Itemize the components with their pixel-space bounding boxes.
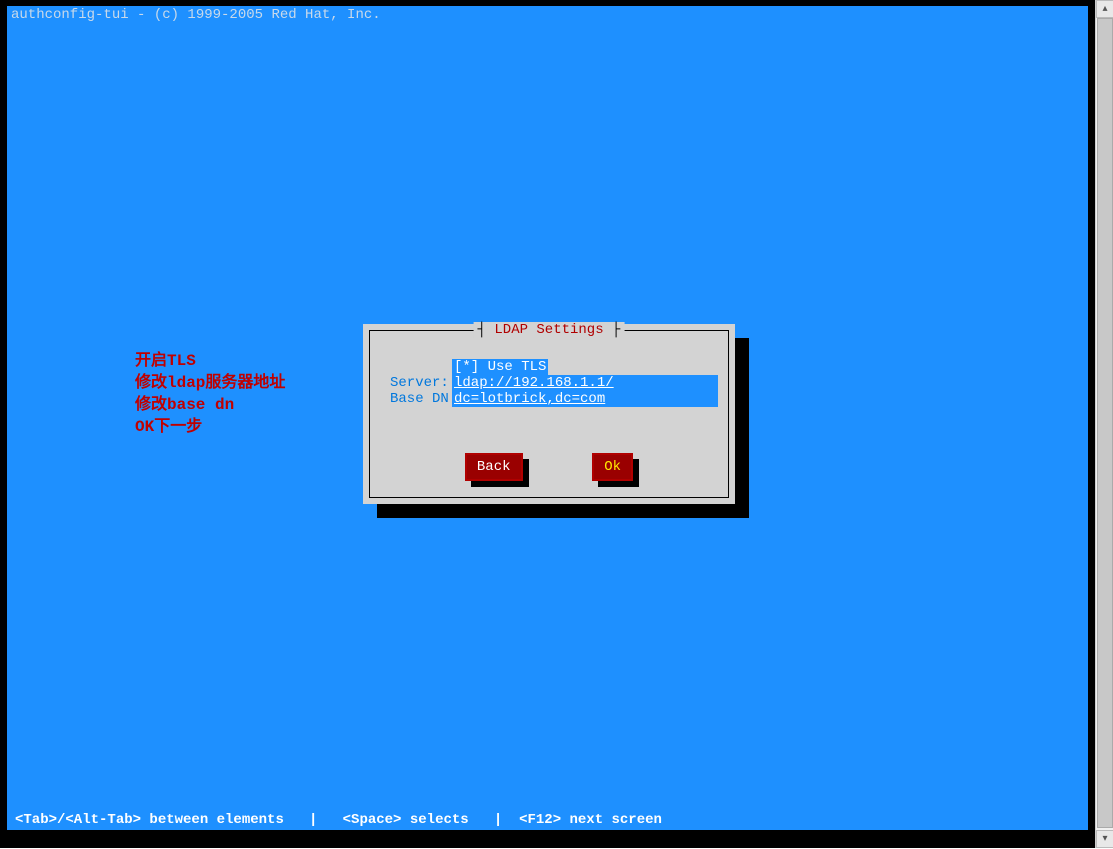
dialog-fields: [*] Use TLS Server: ldap://192.168.1.1/ …	[390, 359, 718, 407]
basedn-row: Base DN: dc=lotbrick,dc=com	[390, 391, 718, 407]
empty-label	[390, 359, 452, 375]
footer-hint: <Tab>/<Alt-Tab> between elements | <Spac…	[7, 810, 1088, 830]
scroll-up-icon[interactable]: ▴	[1096, 0, 1113, 18]
server-input[interactable]: ldap://192.168.1.1/	[452, 375, 718, 391]
scroll-down-icon[interactable]: ▾	[1096, 830, 1113, 848]
back-button[interactable]: Back	[465, 453, 523, 481]
back-button-wrap: Back	[465, 453, 523, 481]
annotation-line-1: 开启TLS	[135, 350, 285, 372]
overlay-annotations: 开启TLS 修改ldap服务器地址 修改base dn OK下一步	[135, 350, 285, 438]
server-row: Server: ldap://192.168.1.1/	[390, 375, 718, 391]
basedn-input[interactable]: dc=lotbrick,dc=com	[452, 391, 718, 407]
basedn-label: Base DN:	[390, 391, 452, 407]
annotation-line-4: OK下一步	[135, 416, 285, 438]
dialog-title: LDAP Settings	[474, 322, 625, 338]
dialog-buttons: Back Ok	[370, 453, 728, 481]
scroll-thumb[interactable]	[1097, 18, 1113, 828]
annotation-line-2: 修改ldap服务器地址	[135, 372, 285, 394]
terminal-outer: authconfig-tui - (c) 1999-2005 Red Hat, …	[0, 0, 1095, 848]
terminal-screen: authconfig-tui - (c) 1999-2005 Red Hat, …	[7, 6, 1088, 830]
ok-button[interactable]: Ok	[592, 453, 633, 481]
ldap-settings-dialog: LDAP Settings [*] Use TLS Server: ldap:/…	[363, 324, 735, 504]
server-label: Server:	[390, 375, 452, 391]
dialog-frame: LDAP Settings [*] Use TLS Server: ldap:/…	[369, 330, 729, 498]
annotation-line-3: 修改base dn	[135, 394, 285, 416]
ok-button-wrap: Ok	[592, 453, 633, 481]
app-title: authconfig-tui - (c) 1999-2005 Red Hat, …	[7, 6, 1088, 24]
vertical-scrollbar[interactable]: ▴ ▾	[1095, 0, 1113, 848]
use-tls-row: [*] Use TLS	[390, 359, 718, 375]
use-tls-checkbox[interactable]: [*] Use TLS	[452, 359, 548, 375]
